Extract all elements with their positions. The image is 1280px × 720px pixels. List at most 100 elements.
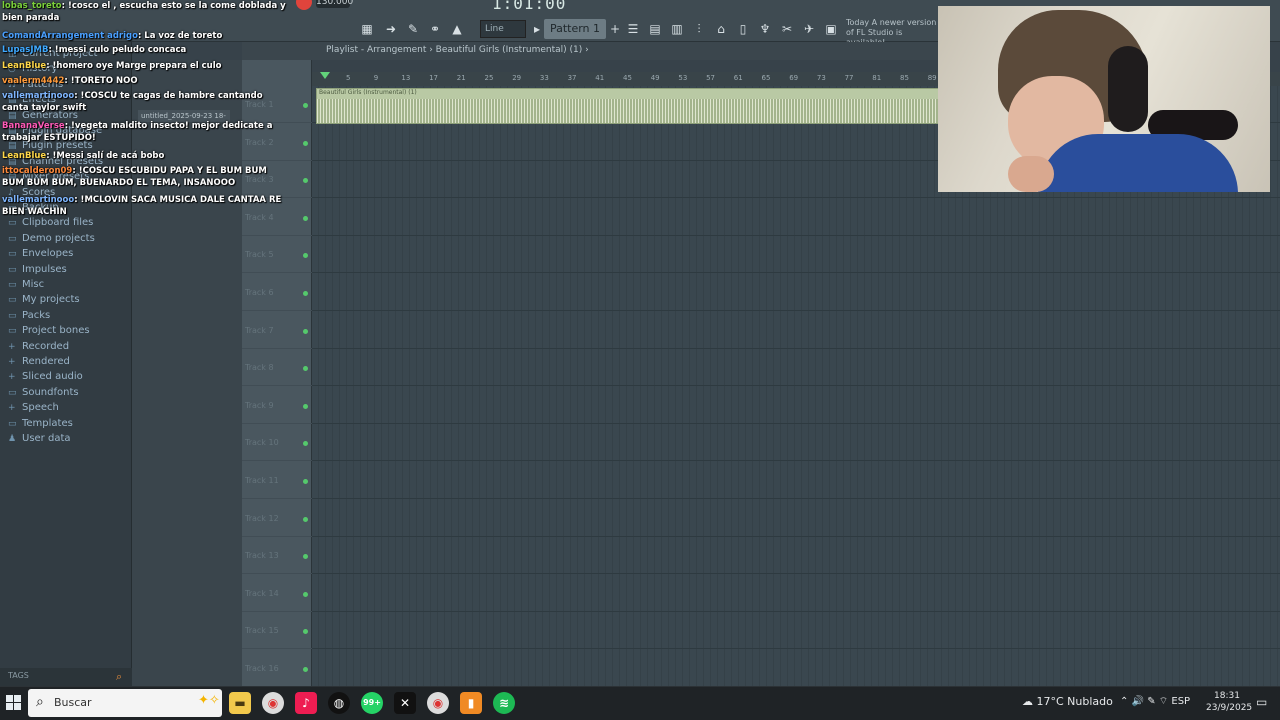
chat-username[interactable]: LeanBlue bbox=[2, 61, 46, 71]
track-mute-led[interactable] bbox=[303, 516, 308, 522]
plugin-icon[interactable]: ♆ bbox=[756, 20, 774, 38]
chat-username[interactable]: ittocalderon09 bbox=[2, 166, 72, 176]
link-tool-icon[interactable]: ⚭ bbox=[426, 20, 444, 38]
playlist-title[interactable]: Playlist - Arrangement › Beautiful Girls… bbox=[326, 45, 589, 55]
track-lane[interactable] bbox=[312, 462, 1280, 499]
taskbar-clock[interactable]: 18:31 23/9/2025 bbox=[1206, 690, 1252, 714]
chat-username[interactable]: ComandArrangement adrigo bbox=[2, 31, 138, 41]
browser-tree-icon[interactable]: ⌂ bbox=[712, 20, 730, 38]
browser-item[interactable]: ▭ Soundfonts bbox=[8, 387, 79, 398]
tiktok-icon[interactable]: ♪ bbox=[295, 692, 317, 714]
obs-icon[interactable]: ◍ bbox=[328, 692, 350, 714]
tempo-display[interactable]: 130.000 bbox=[316, 0, 353, 8]
track-header[interactable]: Track 11 bbox=[242, 462, 312, 499]
browser-item[interactable]: + Speech bbox=[8, 402, 59, 413]
chat-username[interactable]: LeanBlue bbox=[2, 151, 46, 161]
track-header[interactable]: Track 8 bbox=[242, 349, 312, 387]
track-header[interactable]: Track 10 bbox=[242, 424, 312, 462]
track-lane[interactable] bbox=[312, 387, 1280, 424]
track-header[interactable]: Track 7 bbox=[242, 312, 312, 349]
fl-studio-icon[interactable]: ▮ bbox=[460, 692, 482, 714]
track-mute-led[interactable] bbox=[303, 253, 308, 259]
arrow-tool-icon[interactable]: ➜ bbox=[382, 20, 400, 38]
browser-item[interactable]: ▭ Impulses bbox=[8, 264, 67, 275]
audio-clip[interactable]: Beautiful Girls (Instrumental) (1) bbox=[316, 88, 941, 124]
track-mute-led[interactable] bbox=[303, 629, 308, 635]
browser-item[interactable]: ▭ My projects bbox=[8, 294, 80, 305]
spotify-icon[interactable]: ≋ bbox=[493, 692, 515, 714]
chrome-icon[interactable]: ◉ bbox=[262, 692, 284, 714]
chat-username[interactable]: LupasJMB bbox=[2, 45, 48, 55]
snap-select[interactable]: Line bbox=[480, 20, 526, 38]
track-lane[interactable] bbox=[312, 650, 1280, 687]
track-lane[interactable] bbox=[312, 274, 1280, 311]
capcut-icon[interactable]: ✕ bbox=[394, 692, 416, 714]
faders-icon[interactable]: ⫶ bbox=[690, 20, 708, 38]
track-mute-led[interactable] bbox=[303, 328, 308, 334]
track-lane[interactable] bbox=[312, 424, 1280, 462]
track-lane[interactable] bbox=[312, 537, 1280, 575]
track-header[interactable]: Track 15 bbox=[242, 612, 312, 650]
track-header[interactable]: Track 6 bbox=[242, 274, 312, 311]
track-mute-led[interactable] bbox=[303, 479, 308, 484]
add-pattern-icon[interactable]: + bbox=[606, 20, 624, 38]
track-mute-led[interactable] bbox=[303, 554, 308, 560]
file-explorer-icon[interactable]: ▬ bbox=[229, 692, 251, 714]
windows-start-icon[interactable] bbox=[6, 695, 22, 711]
track-lane[interactable] bbox=[312, 312, 1280, 349]
track-mute-led[interactable] bbox=[303, 591, 308, 597]
track-mute-led[interactable] bbox=[303, 215, 308, 221]
track-mute-led[interactable] bbox=[303, 178, 308, 184]
track-header[interactable]: Track 9 bbox=[242, 387, 312, 424]
chevron-up-icon[interactable]: ⌃ bbox=[1120, 696, 1128, 707]
chat-username[interactable]: vallemartinooo bbox=[2, 91, 74, 101]
browser-item[interactable]: ▭ Templates bbox=[8, 418, 73, 429]
browser-item[interactable]: + Sliced audio bbox=[8, 371, 83, 382]
browser-item[interactable]: ▭ Demo projects bbox=[8, 233, 95, 244]
track-header[interactable]: Track 13 bbox=[242, 537, 312, 575]
playhead-marker[interactable] bbox=[320, 72, 330, 79]
track-mute-led[interactable] bbox=[303, 441, 308, 447]
stamp-tool-icon[interactable]: ▲ bbox=[448, 20, 466, 38]
track-mute-led[interactable] bbox=[303, 291, 308, 296]
piano-roll-icon[interactable]: ▥ bbox=[668, 20, 686, 38]
track-header[interactable]: Track 5 bbox=[242, 236, 312, 274]
search-icon[interactable]: ⌕ bbox=[116, 670, 122, 684]
browser-item[interactable]: + Rendered bbox=[8, 356, 70, 367]
channel-rack-icon[interactable]: ▤ bbox=[646, 20, 664, 38]
track-header[interactable]: Track 16 bbox=[242, 650, 312, 687]
track-lane[interactable] bbox=[312, 236, 1280, 274]
record-button[interactable] bbox=[296, 0, 312, 10]
chat-username[interactable]: BananaVerse bbox=[2, 121, 65, 131]
browser-item[interactable]: ▭ Misc bbox=[8, 279, 44, 290]
browser-item[interactable]: ♟ User data bbox=[8, 433, 71, 444]
playlist-view-icon[interactable]: ▦ bbox=[358, 20, 376, 38]
file-icon[interactable]: ▯ bbox=[734, 20, 752, 38]
track-mute-led[interactable] bbox=[303, 103, 308, 108]
browser-item[interactable]: ▭ Packs bbox=[8, 310, 50, 321]
track-mute-led[interactable] bbox=[303, 366, 308, 372]
taskbar-search[interactable]: ⌕ Buscar ✦✧ bbox=[28, 689, 222, 717]
chat-username[interactable]: lobas_toreto bbox=[2, 1, 62, 11]
track-lane[interactable] bbox=[312, 612, 1280, 650]
track-mute-led[interactable] bbox=[303, 403, 308, 409]
weather-widget[interactable]: ☁ 17°C Nublado bbox=[1022, 695, 1113, 708]
chat-username[interactable]: vallemartinooo bbox=[2, 195, 74, 205]
track-header[interactable]: Track 12 bbox=[242, 500, 312, 537]
track-lane[interactable] bbox=[312, 349, 1280, 387]
browser-item[interactable]: ▭ Project bones bbox=[8, 325, 90, 336]
volume-icon[interactable]: 🔊 bbox=[1132, 696, 1144, 707]
track-lane[interactable] bbox=[312, 575, 1280, 612]
track-header[interactable]: Track 14 bbox=[242, 575, 312, 612]
wrench-icon[interactable]: ✂ bbox=[778, 20, 796, 38]
chat-username[interactable]: vaalerm4442 bbox=[2, 76, 64, 86]
whatsapp-icon[interactable]: 99+ bbox=[361, 692, 383, 714]
wifi-icon[interactable]: ⌔ bbox=[1159, 696, 1168, 707]
system-tray[interactable]: ⌃ 🔊 ✎ ⌔ ESP bbox=[1120, 695, 1190, 708]
chrome-profile-icon[interactable]: ◉ bbox=[427, 692, 449, 714]
browser-item[interactable]: + Recorded bbox=[8, 341, 69, 352]
track-mute-led[interactable] bbox=[303, 140, 308, 146]
pencil-tool-icon[interactable]: ✎ bbox=[404, 20, 422, 38]
browser-item[interactable]: ▭ Envelopes bbox=[8, 248, 73, 259]
pen-icon[interactable]: ✎ bbox=[1147, 696, 1155, 707]
